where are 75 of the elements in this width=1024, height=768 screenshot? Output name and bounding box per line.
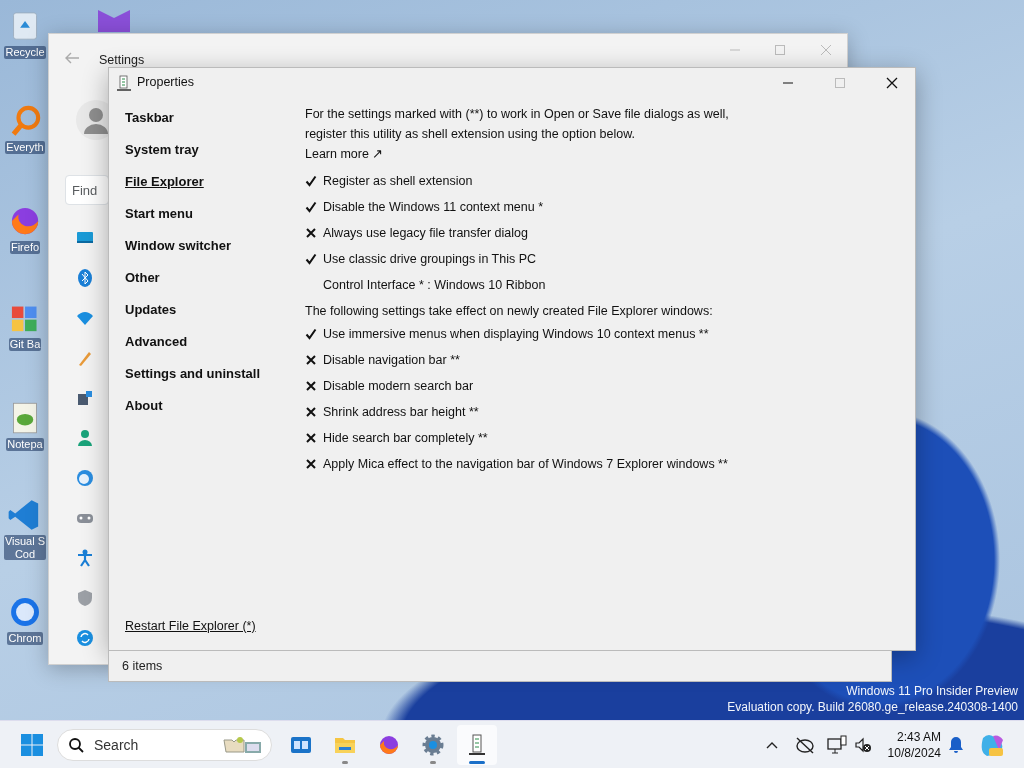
nav-link[interactable]: File Explorer [125, 166, 204, 198]
check-icon[interactable] [305, 253, 317, 265]
monitor-icon[interactable] [827, 735, 847, 755]
sync-icon[interactable] [75, 628, 95, 648]
chevron-up-icon[interactable] [766, 741, 778, 749]
nav-link[interactable]: System tray [125, 134, 199, 166]
search-field[interactable]: Find [65, 175, 109, 205]
search-box[interactable]: Search [57, 729, 272, 761]
icon-label: Chrom [7, 632, 43, 645]
check-icon[interactable] [305, 175, 317, 187]
speaker-muted-icon[interactable] [854, 736, 872, 754]
nav-link[interactable]: Other [125, 262, 160, 294]
icon-label: Recycle [4, 46, 46, 59]
cross-icon[interactable] [305, 227, 317, 239]
option-label[interactable]: Register as shell extension [323, 171, 473, 191]
restart-link[interactable]: Restart File Explorer (*) [125, 619, 256, 633]
check-icon[interactable] [305, 201, 317, 213]
bluetooth-icon[interactable] [75, 268, 95, 288]
cross-icon[interactable] [305, 432, 317, 444]
nav-link[interactable]: Taskbar [125, 102, 174, 134]
nav-link[interactable]: Settings and uninstall [125, 358, 261, 390]
option-label[interactable]: Use classic drive groupings in This PC [323, 249, 537, 269]
option-label[interactable]: Hide search bar completely ** [323, 428, 488, 448]
assistant-icon[interactable] [979, 732, 1005, 758]
clock[interactable]: 2:43 AM 10/8/2024 [880, 729, 941, 761]
apps-icon[interactable] [75, 388, 95, 408]
nav-link[interactable]: Window switcher [125, 230, 232, 262]
bell-icon[interactable] [948, 736, 964, 754]
cross-icon[interactable] [305, 458, 317, 470]
nav-link[interactable]: Updates [125, 294, 177, 326]
browser-icon [377, 733, 401, 757]
search-input[interactable]: Search [92, 733, 212, 757]
option-label[interactable]: Apply Mica effect to the navigation bar of Windows 7 Explorer windows ** [323, 454, 728, 474]
clock-date: 10/8/2024 [886, 745, 941, 761]
book-laptop-icon [223, 736, 263, 756]
option-label[interactable]: Disable navigation bar ** [323, 350, 460, 370]
accessibility-icon[interactable] [75, 548, 95, 568]
clock-time: 2:43 AM [895, 729, 941, 745]
nav-link[interactable]: Advanced [125, 326, 188, 358]
os-notice-text: Windows 11 Pro Insider Preview [845, 684, 1018, 700]
window-title: Properties [137, 74, 194, 92]
option-label[interactable]: Always use legacy file transfer dialog [323, 223, 528, 243]
start-icon[interactable] [21, 734, 43, 756]
taskbar-app-button[interactable] [457, 725, 497, 765]
network-off-icon[interactable] [795, 736, 815, 754]
option-label[interactable]: Control Interface * : Windows 10 Ribbon [323, 275, 546, 295]
icon-label: Firefo [9, 241, 41, 254]
option-label[interactable]: Disable the Windows 11 context menu * [323, 197, 544, 217]
learn-more-link[interactable]: Learn more ↗ [305, 147, 384, 161]
cross-icon[interactable] [305, 406, 317, 418]
icon-label: Git Ba [8, 338, 42, 351]
cross-icon[interactable] [305, 354, 317, 366]
description-text: The following settings take effect on newly created File Explorer windows: [305, 303, 714, 320]
option-label[interactable]: Use immersive menus when displaying Windows 10 context menus ** [323, 324, 709, 344]
check-icon[interactable] [305, 328, 317, 340]
cross-icon[interactable] [305, 380, 317, 392]
close-icon[interactable] [886, 76, 898, 89]
back-arrow-icon[interactable] [64, 51, 80, 65]
search-icon [68, 737, 84, 753]
window-title: Settings [99, 52, 145, 69]
gear-icon [421, 733, 445, 757]
icon-label: Everyth [5, 141, 45, 154]
icon-label: Visual S Cod [3, 535, 47, 561]
option-label[interactable]: Shrink address bar height ** [323, 402, 479, 422]
nav-link[interactable]: About [125, 390, 163, 422]
shield-icon[interactable] [75, 588, 95, 608]
nav-link[interactable]: Start menu [125, 198, 193, 230]
clock-icon[interactable] [75, 468, 95, 488]
description-text: For the settings marked with (**) to work in Open or Save file dialogs as well, register this utility as shell extension using the option below. [305, 106, 730, 143]
app-icon [117, 74, 131, 91]
option-label[interactable]: Disable modern search bar [323, 376, 474, 396]
icon-label: Notepa [6, 438, 44, 451]
os-notice-text: Evaluation copy. Build 26080.ge_release.240308-1400 [727, 699, 1018, 716]
status-text: 6 items [122, 657, 163, 675]
person-icon[interactable] [75, 428, 95, 448]
